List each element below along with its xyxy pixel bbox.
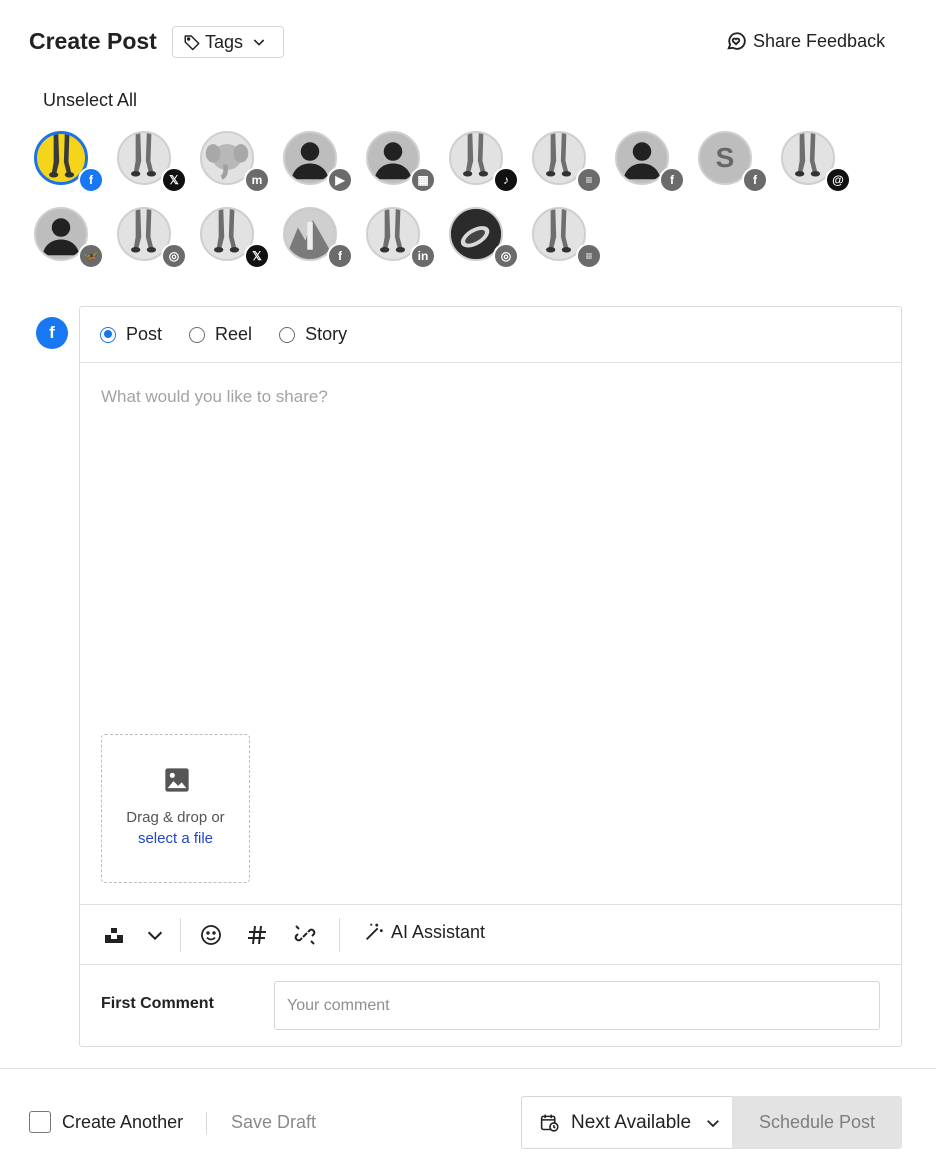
facebook-icon: f [327,243,353,269]
account-avatar-blog[interactable]: ≡ [532,131,602,193]
schedule-post-button[interactable]: Schedule Post [732,1096,902,1149]
radio-reel-label: Reel [215,324,253,344]
radio-story-label: Story [305,324,348,344]
chevron-down-icon [707,1119,719,1127]
threads-icon: @ [825,167,851,193]
share-feedback-label: Share Feedback [753,30,886,51]
first-comment-label: First Comment [101,995,214,1012]
post-editor: Post Reel Story What would you like to s… [79,306,902,1047]
account-avatar-instagram[interactable]: ◎ [449,207,519,269]
header: Create Post Tags Share Feedback [0,0,936,84]
post-type-selector: Post Reel Story [80,307,901,363]
chevron-down-icon[interactable] [144,923,166,947]
dropzone-text: Drag & drop or [126,809,225,826]
footer-separator [206,1112,207,1134]
radio-post-indicator[interactable] [100,326,116,343]
link-shortener-icon[interactable] [293,923,317,947]
first-comment-input[interactable] [274,981,880,1030]
ai-assistant-label: AI Assistant [391,921,486,942]
unselect-all-button[interactable]: Unselect All [43,90,137,111]
emoji-icon[interactable] [199,923,223,947]
tiktok-icon: ♪ [493,167,519,193]
instagram-icon: ◎ [161,243,187,269]
youtube-icon: ▶ [327,167,353,193]
tags-label: Tags [205,31,244,52]
account-avatar-facebook[interactable]: f [34,131,104,193]
select-file-link[interactable]: select a file [102,828,249,849]
linkedin-icon: in [410,243,436,269]
checkbox-box[interactable] [29,1111,51,1133]
media-dropzone[interactable]: Drag & drop or select a file [101,734,250,883]
unsplash-icon[interactable] [102,923,126,947]
feedback-chat-icon [727,32,746,50]
account-avatar-tiktok[interactable]: ♪ [449,131,519,193]
create-another-label: Create Another [62,1111,184,1132]
calendar-clock-icon [540,1114,559,1132]
account-avatar-linkedin[interactable]: in [366,207,436,269]
account-avatar-google-business[interactable]: ▦ [366,131,436,193]
account-avatar-mastodon[interactable]: m [200,131,270,193]
chevron-down-icon [253,39,265,46]
account-avatar-threads[interactable]: @ [781,131,851,193]
facebook-icon: f [742,167,768,193]
facebook-icon: f [78,167,104,193]
radio-reel[interactable]: Reel [189,324,252,345]
account-avatar-facebook[interactable]: f [615,131,685,193]
account-avatar-instagram[interactable]: ◎ [117,207,187,269]
share-feedback-button[interactable]: Share Feedback [725,30,885,52]
radio-reel-indicator[interactable] [189,326,206,343]
ai-assistant-button[interactable]: AI Assistant [363,921,485,943]
tags-dropdown[interactable]: Tags [172,26,284,58]
facebook-icon: f [36,317,68,349]
save-draft-button[interactable]: Save Draft [231,1112,316,1133]
blog-icon: ≡ [576,243,602,269]
magic-wand-icon [366,923,383,940]
google-business-icon: ▦ [410,167,436,193]
compose-textarea[interactable]: What would you like to share? [101,387,881,407]
tag-icon [184,35,200,51]
account-avatar-blog[interactable]: ≡ [532,207,602,269]
radio-post[interactable]: Post [100,324,162,345]
blog-icon: ≡ [576,167,602,193]
hashtag-icon[interactable] [245,923,269,947]
facebook-icon: f [659,167,685,193]
account-avatar-youtube[interactable]: ▶ [283,131,353,193]
radio-post-label: Post [126,324,163,344]
footer-divider [0,1068,936,1069]
image-icon [165,768,189,792]
toolbar-divider [180,918,181,952]
toolbar-divider [339,918,340,952]
account-avatar-x[interactable]: 𝕏 [117,131,187,193]
bluesky-icon: 🦋 [78,243,104,269]
account-avatar-facebook[interactable]: f [283,207,353,269]
next-available-dropdown[interactable]: Next Available [521,1096,732,1149]
next-available-label: Next Available [571,1111,692,1133]
account-avatar-bluesky[interactable]: 🦋 [34,207,104,269]
account-avatar-facebook[interactable]: Sf [698,131,768,193]
radio-story[interactable]: Story [279,324,347,345]
instagram-icon: ◎ [493,243,519,269]
account-avatar-x[interactable]: 𝕏 [200,207,270,269]
x-icon: 𝕏 [244,243,270,269]
x-icon: 𝕏 [161,167,187,193]
page-title: Create Post [29,28,157,54]
create-another-checkbox[interactable]: Create Another [29,1111,183,1133]
editor-toolbar: AI Assistant [80,904,901,965]
radio-story-indicator[interactable] [279,326,296,343]
mastodon-icon: m [244,167,270,193]
